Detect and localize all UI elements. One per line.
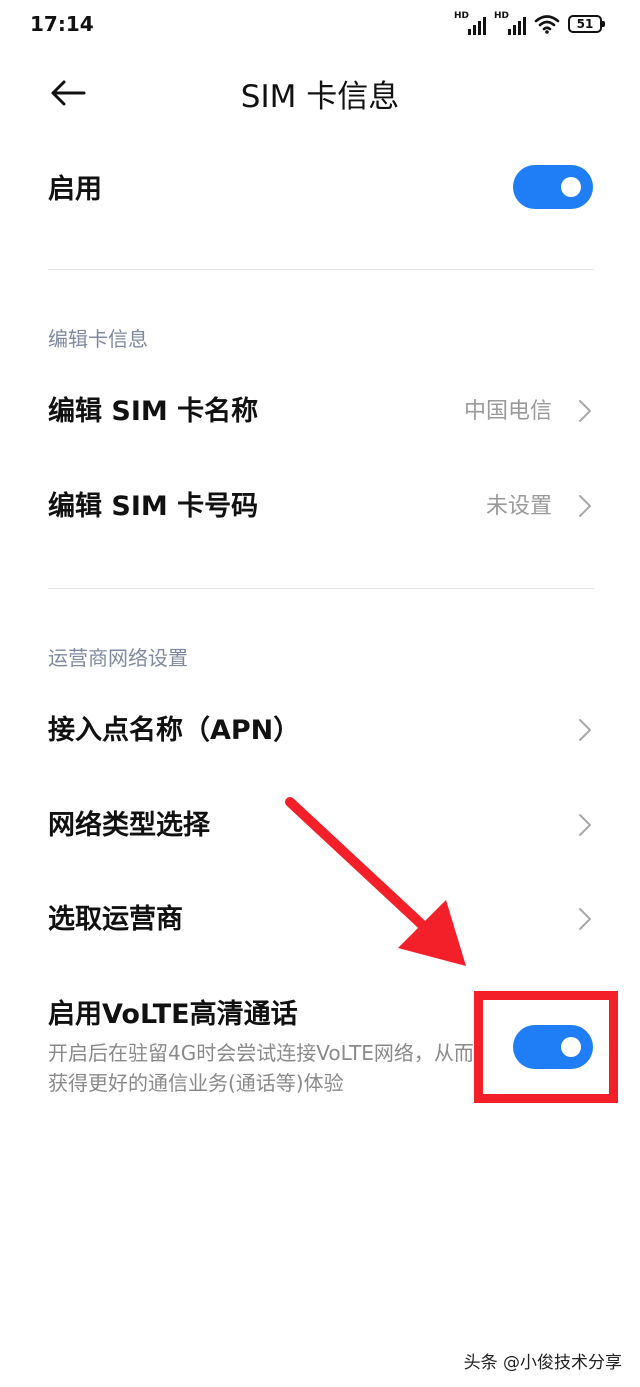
header: SIM 卡信息: [0, 55, 640, 127]
volte-description: 开启后在驻留4G时会尝试连接VoLTE网络，从而获得更好的通信业务(通话等)体验: [48, 1041, 474, 1095]
edit-sim-name-row[interactable]: 编辑 SIM 卡名称 中国电信: [48, 393, 594, 433]
row-label: 接入点名称（APN）: [48, 715, 301, 746]
network-type-row[interactable]: 网络类型选择: [48, 807, 594, 847]
divider: [48, 588, 594, 589]
row-value: 未设置: [485, 494, 552, 519]
status-time: 17:14: [30, 12, 94, 36]
row-label: 网络类型选择: [48, 810, 210, 841]
enable-label: 启用: [48, 174, 102, 205]
edit-sim-number-row[interactable]: 编辑 SIM 卡号码 未设置: [48, 488, 594, 528]
chevron-right-icon: [579, 400, 591, 422]
chevron-right-icon: [579, 814, 591, 836]
status-bar: 17:14 HD HD 51: [0, 0, 640, 52]
status-icons: HD HD 51: [454, 11, 605, 35]
chevron-right-icon: [579, 495, 591, 517]
signal-sim1-icon: HD: [454, 11, 486, 35]
row-label: 编辑 SIM 卡名称: [48, 396, 259, 427]
toggle-knob: [561, 177, 581, 197]
signal-sim2-icon: HD: [494, 11, 526, 35]
volte-label: 启用VoLTE高清通话: [48, 999, 298, 1030]
divider: [48, 269, 594, 270]
apn-row[interactable]: 接入点名称（APN）: [48, 712, 594, 752]
chevron-right-icon: [579, 908, 591, 930]
enable-row[interactable]: 启用: [48, 168, 594, 212]
watermark: 头条 @小俊技术分享: [463, 1353, 622, 1373]
choose-carrier-row[interactable]: 选取运营商: [48, 901, 594, 941]
row-label: 编辑 SIM 卡号码: [48, 491, 259, 522]
page-title: SIM 卡信息: [240, 79, 400, 115]
row-label: 选取运营商: [48, 904, 183, 935]
enable-toggle[interactable]: [513, 165, 593, 209]
chevron-right-icon: [579, 719, 591, 741]
annotation-highlight-box: [474, 991, 618, 1103]
section-title-carrier: 运营商网络设置: [48, 646, 188, 670]
wifi-icon: [534, 15, 560, 34]
section-title-card-info: 编辑卡信息: [48, 327, 148, 351]
battery-icon: 51: [568, 15, 605, 33]
hd-badge: HD: [494, 11, 510, 21]
hd-badge: HD: [454, 11, 470, 21]
row-value: 中国电信: [463, 399, 552, 424]
